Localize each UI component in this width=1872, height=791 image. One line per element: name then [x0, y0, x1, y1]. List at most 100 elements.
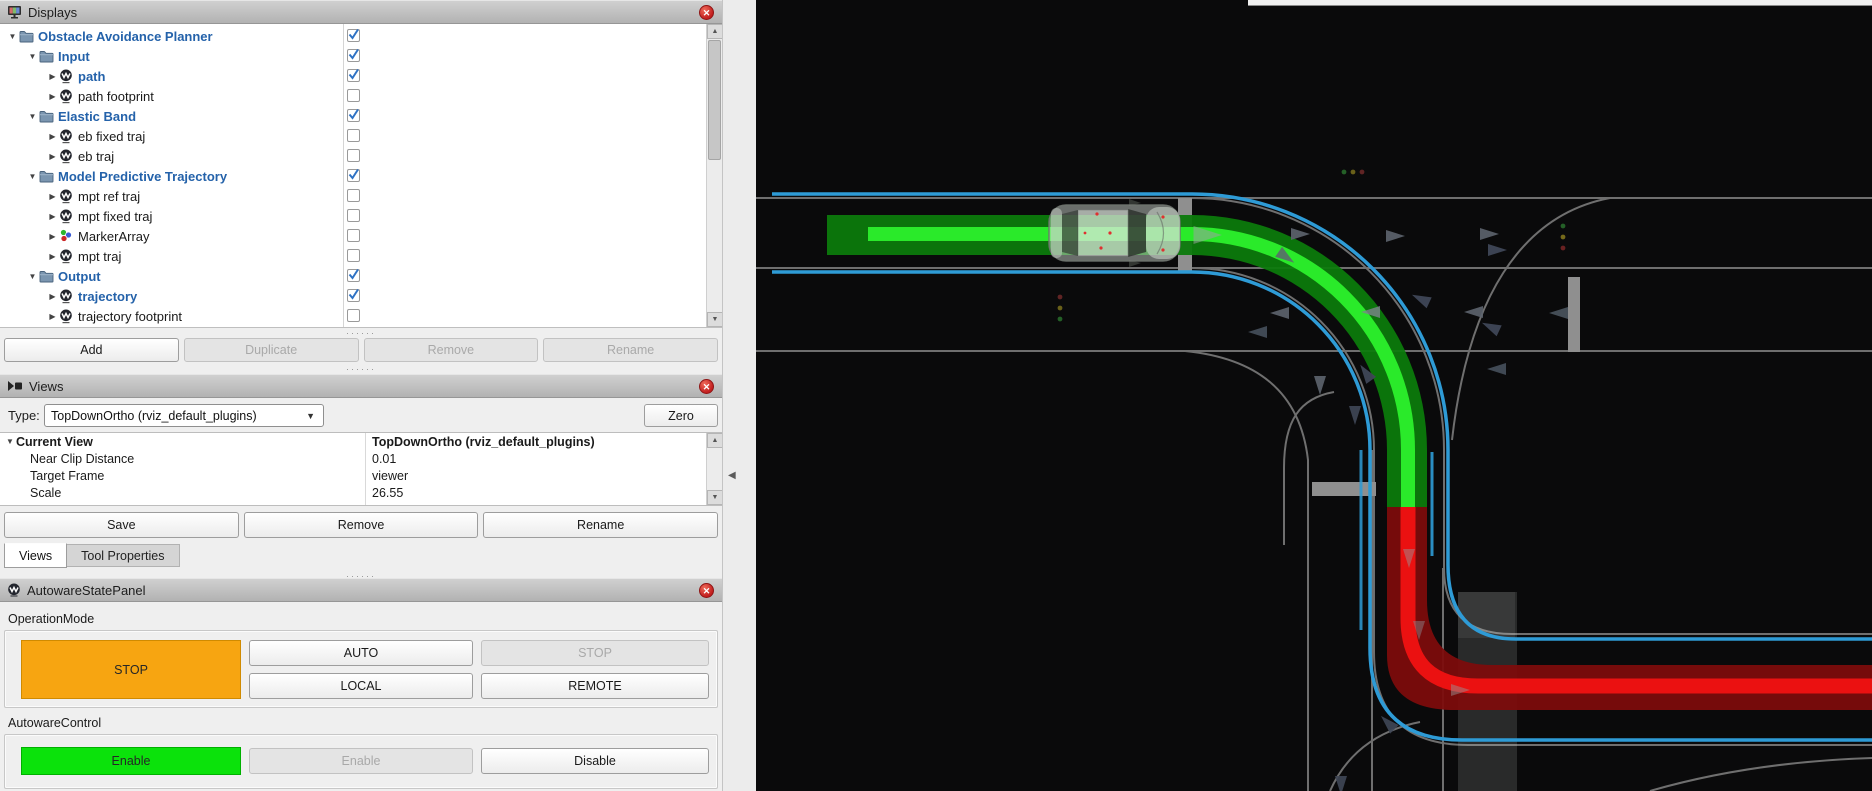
rviz-window: Displays ✕ ▼Obstacle Avoidance Planner▼I…: [0, 0, 1872, 791]
tree-row-eb-fixed-traj[interactable]: ▶ eb fixed traj: [0, 126, 722, 146]
visibility-checkbox[interactable]: [347, 109, 360, 122]
auto-button[interactable]: AUTO: [249, 640, 473, 666]
tree-row-model-predictive-trajectory[interactable]: ▼Model Predictive Trajectory: [0, 166, 722, 186]
collapse-icon[interactable]: ▼: [4, 437, 16, 446]
tree-row-path[interactable]: ▶ path: [0, 66, 722, 86]
visibility-checkbox[interactable]: [347, 269, 360, 282]
panel-tabbar: ViewsTool Properties: [4, 543, 180, 568]
zero-button[interactable]: Zero: [644, 404, 718, 427]
visibility-checkbox[interactable]: [347, 189, 360, 202]
tree-row-input[interactable]: ▼Input: [0, 46, 722, 66]
tree-row-mpt-fixed-traj[interactable]: ▶mpt fixed traj: [0, 206, 722, 226]
scroll-down-icon[interactable]: ▼: [707, 490, 722, 505]
resize-handle[interactable]: ······: [0, 329, 722, 337]
displays-icon: [7, 5, 22, 19]
view-rename-button[interactable]: Rename: [483, 512, 718, 538]
displays-panel-titlebar[interactable]: Displays ✕: [0, 0, 722, 24]
tree-row-label: eb fixed traj: [78, 129, 145, 144]
tree-row-trajectory[interactable]: ▶trajectory: [0, 286, 722, 306]
scroll-down-icon[interactable]: ▼: [707, 312, 722, 327]
property-value[interactable]: 0.01: [372, 452, 396, 466]
visibility-checkbox[interactable]: [347, 49, 360, 62]
displays-tree-scrollbar[interactable]: ▲ ▼: [706, 24, 722, 327]
property-row-scale[interactable]: Scale 26.55: [0, 484, 722, 501]
tab-views[interactable]: Views: [4, 543, 67, 568]
current-view-table[interactable]: ▼Current ViewTopDownOrtho (rviz_default_…: [0, 432, 722, 506]
visibility-checkbox[interactable]: [347, 129, 360, 142]
property-name: Scale: [30, 486, 61, 500]
scroll-up-icon[interactable]: ▲: [707, 24, 722, 39]
visibility-checkbox[interactable]: [347, 289, 360, 302]
disable-button[interactable]: Disable: [481, 748, 709, 774]
visibility-checkbox[interactable]: [347, 89, 360, 102]
enable-button[interactable]: Enable: [249, 748, 473, 774]
state-panel-close-icon[interactable]: ✕: [699, 583, 714, 598]
expand-icon[interactable]: ▶: [46, 252, 59, 261]
property-row-near-clip-distance[interactable]: Near Clip Distance0.01: [0, 450, 722, 467]
expand-icon[interactable]: ▶: [46, 312, 59, 321]
tree-row-mpt-ref-traj[interactable]: ▶mpt ref traj: [0, 186, 722, 206]
view-type-dropdown[interactable]: TopDownOrtho (rviz_default_plugins) ▼: [44, 404, 324, 427]
property-value[interactable]: 26.55: [372, 486, 403, 500]
tree-row-markerarray[interactable]: ▶MarkerArray: [0, 226, 722, 246]
local-button[interactable]: LOCAL: [249, 673, 473, 699]
collapse-icon[interactable]: ▼: [26, 52, 39, 61]
views-close-icon[interactable]: ✕: [699, 379, 714, 394]
views-panel-titlebar[interactable]: Views ✕: [0, 374, 722, 398]
displays-close-icon[interactable]: ✕: [699, 5, 714, 20]
state-panel-titlebar[interactable]: AutowareStatePanel ✕: [0, 578, 722, 602]
display-add-button[interactable]: Add: [4, 338, 179, 362]
tree-row-eb-traj[interactable]: ▶eb traj: [0, 146, 722, 166]
property-value[interactable]: TopDownOrtho (rviz_default_plugins): [372, 435, 595, 449]
tree-row-output[interactable]: ▼Output: [0, 266, 722, 286]
view-remove-button[interactable]: Remove: [244, 512, 479, 538]
current-view-scrollbar[interactable]: ▲ ▼: [706, 433, 722, 505]
display-duplicate-button[interactable]: Duplicate: [184, 338, 359, 362]
tree-row-label: path: [78, 69, 105, 84]
tree-row-path-footprint[interactable]: ▶path footprint: [0, 86, 722, 106]
expand-icon[interactable]: ▶: [46, 92, 59, 101]
visibility-checkbox[interactable]: [347, 69, 360, 82]
view-save-button[interactable]: Save: [4, 512, 239, 538]
tree-row-trajectory-footprint[interactable]: ▶trajectory footprint: [0, 306, 722, 326]
property-row-target-frame[interactable]: Target Frameviewer: [0, 467, 722, 484]
tab-tool-properties[interactable]: Tool Properties: [67, 544, 179, 567]
visibility-checkbox[interactable]: [347, 249, 360, 262]
expand-icon[interactable]: ▶: [46, 212, 59, 221]
visibility-checkbox[interactable]: [347, 309, 360, 322]
scroll-up-icon[interactable]: ▲: [707, 433, 722, 448]
expand-icon[interactable]: ▶: [46, 232, 59, 241]
property-value[interactable]: viewer: [372, 469, 408, 483]
display-remove-button[interactable]: Remove: [364, 338, 539, 362]
panel-splitter[interactable]: ◀: [722, 0, 756, 791]
visibility-checkbox[interactable]: [347, 149, 360, 162]
visibility-checkbox[interactable]: [347, 229, 360, 242]
tree-row-elastic-band[interactable]: ▼ Elastic Band: [0, 106, 722, 126]
expand-icon[interactable]: ▶: [46, 72, 59, 81]
visibility-checkbox[interactable]: [347, 169, 360, 182]
stop-button[interactable]: STOP: [481, 640, 709, 666]
display-rename-button[interactable]: Rename: [543, 338, 718, 362]
collapse-icon[interactable]: ▼: [26, 272, 39, 281]
collapse-icon[interactable]: ▼: [6, 32, 19, 41]
visibility-checkbox[interactable]: [347, 209, 360, 222]
render-viewport[interactable]: [756, 0, 1872, 791]
property-row-current-view[interactable]: ▼Current ViewTopDownOrtho (rviz_default_…: [0, 433, 722, 450]
collapse-icon[interactable]: ▼: [26, 112, 39, 121]
expand-icon[interactable]: ▶: [46, 192, 59, 201]
collapse-icon[interactable]: ▼: [26, 172, 39, 181]
displays-tree[interactable]: ▼Obstacle Avoidance Planner▼Input ▶ path ▶p…: [0, 24, 722, 328]
tree-row-label: Elastic Band: [58, 109, 136, 124]
expand-icon[interactable]: ▶: [46, 292, 59, 301]
view-type-label: Type:: [8, 408, 40, 423]
expand-icon[interactable]: ▶: [46, 152, 59, 161]
collapse-panel-icon[interactable]: ◀: [728, 470, 736, 481]
tree-row-mpt-traj[interactable]: ▶mpt traj: [0, 246, 722, 266]
resize-handle[interactable]: ······: [0, 365, 722, 373]
tree-row-obstacle-avoidance-planner[interactable]: ▼Obstacle Avoidance Planner: [0, 26, 722, 46]
views-icon: [7, 380, 23, 392]
scrollbar-thumb[interactable]: [708, 40, 721, 160]
expand-icon[interactable]: ▶: [46, 132, 59, 141]
remote-button[interactable]: REMOTE: [481, 673, 709, 699]
visibility-checkbox[interactable]: [347, 29, 360, 42]
